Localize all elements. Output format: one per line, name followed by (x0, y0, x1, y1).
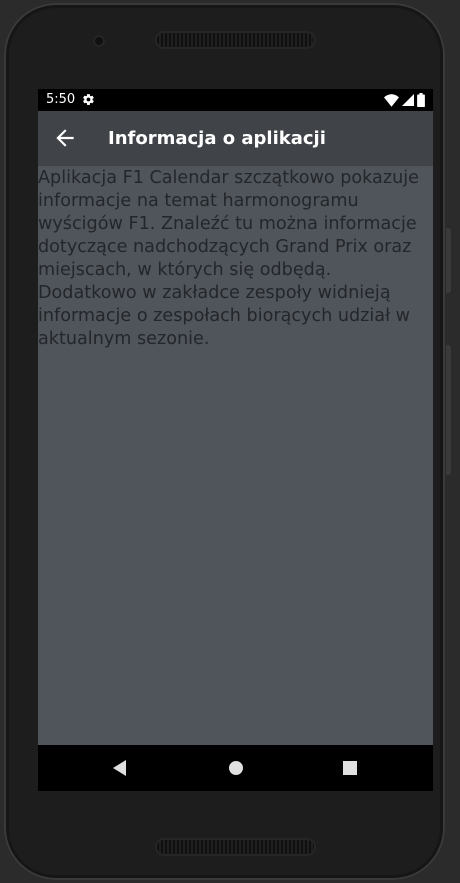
status-time: 5:50 (46, 92, 76, 107)
top-speaker (157, 33, 314, 47)
gear-icon (83, 94, 94, 105)
app-description: Aplikacja F1 Calendar szczątkowo pokazuj… (38, 168, 419, 349)
signal-icon (402, 94, 414, 106)
recents-square-icon[interactable] (320, 745, 380, 791)
volume-button (446, 345, 451, 475)
screen: 5:50 Informacja o aplikacji Aplikacja F1… (38, 89, 433, 791)
status-bar: 5:50 (38, 89, 433, 111)
app-bar: Informacja o aplikacji (38, 111, 433, 166)
page-title: Informacja o aplikacji (108, 128, 326, 149)
arrow-back-icon[interactable] (52, 125, 78, 151)
wifi-icon (384, 93, 399, 107)
front-camera (93, 35, 105, 47)
back-triangle-icon[interactable] (90, 745, 150, 791)
power-button (446, 228, 451, 293)
bottom-speaker (157, 840, 314, 854)
battery-icon (417, 93, 425, 107)
status-icons (384, 93, 425, 107)
system-nav-bar (38, 745, 433, 791)
phone-frame: 5:50 Informacja o aplikacji Aplikacja F1… (4, 3, 445, 880)
emulator-stage: 5:50 Informacja o aplikacji Aplikacja F1… (0, 0, 460, 883)
home-circle-icon[interactable] (206, 745, 266, 791)
